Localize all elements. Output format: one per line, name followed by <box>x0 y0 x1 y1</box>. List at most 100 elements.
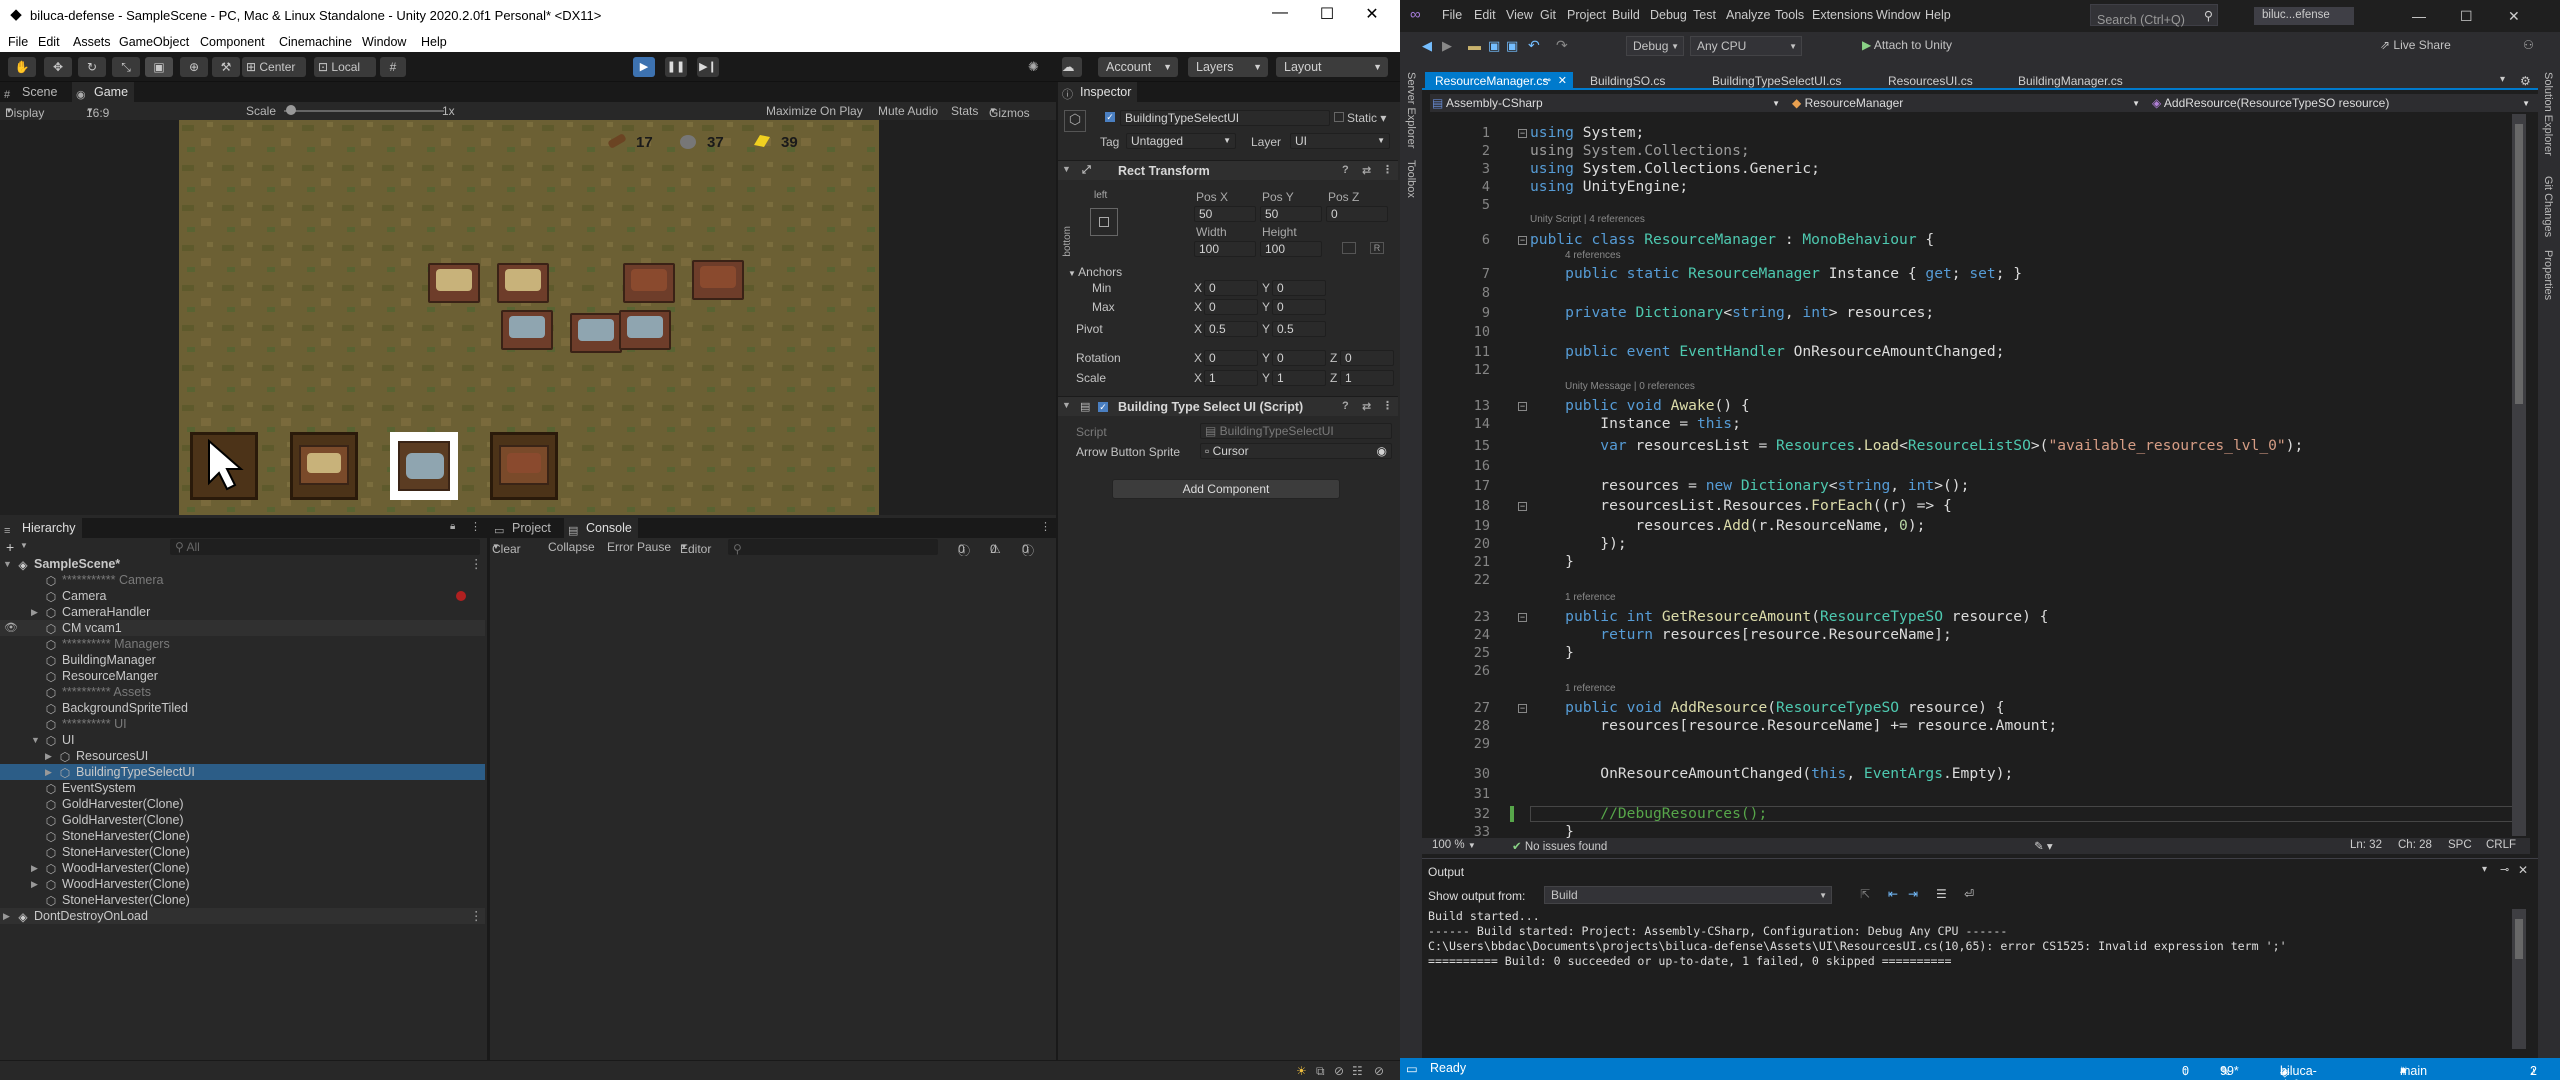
code-line[interactable]: } <box>1530 824 1574 838</box>
tag-dropdown[interactable]: Untagged ▼ <box>1126 133 1236 149</box>
code-line[interactable]: OnResourceAmountChanged(this, EventArgs.… <box>1530 766 2013 782</box>
pin-icon[interactable]: ⊸ <box>2500 863 2509 876</box>
help-icon[interactable]: ? <box>1342 400 1349 412</box>
hierarchy-item[interactable]: ▼ ⬡ UI <box>0 732 485 748</box>
class-dropdown[interactable]: ◆ ResourceManager ▼ <box>1792 96 2142 110</box>
layer-dropdown[interactable]: UI ▼ <box>1290 133 1390 149</box>
code-line[interactable]: Instance = this; <box>1530 416 1741 432</box>
vector-input[interactable]: 0 <box>1204 299 1258 315</box>
chevron-down-icon[interactable]: ▼ <box>3 556 12 572</box>
vector-input[interactable]: 1 <box>1272 370 1326 386</box>
hierarchy-item[interactable]: ⬡ Camera <box>0 588 485 604</box>
platform-dropdown[interactable]: Any CPU ▼ <box>1690 36 1802 56</box>
height-input[interactable]: 100 <box>1260 241 1322 257</box>
vector-input[interactable]: 0 <box>1272 350 1326 366</box>
close-icon[interactable]: ✕ <box>2518 863 2528 877</box>
menu-cinemachine[interactable]: Cinemachine <box>279 35 352 49</box>
cloud-icon[interactable]: ☁ <box>1062 57 1082 77</box>
chevron-down-icon[interactable]: ▾ <box>2482 864 2487 875</box>
goto-error-icon[interactable]: ⇱ <box>1860 887 1870 901</box>
chevron-down-icon[interactable]: ▼ <box>20 541 28 550</box>
menu-assets[interactable]: Assets <box>73 35 111 49</box>
hierarchy-item[interactable]: ⬡ ********** Assets <box>0 684 485 700</box>
grid-snap-icon[interactable]: # <box>380 57 406 77</box>
vs-menu-tools[interactable]: Tools <box>1775 8 1804 22</box>
git-changes-tab[interactable]: Git Changes <box>2542 176 2554 237</box>
fold-toggle-icon[interactable]: − <box>1518 236 1527 245</box>
posx-input[interactable]: 50 <box>1194 206 1256 222</box>
width-input[interactable]: 100 <box>1194 241 1256 257</box>
step-icon[interactable]: ▶❙ <box>697 57 719 77</box>
brush-icon[interactable]: ✎ ▾ <box>2034 839 2053 853</box>
transform-tool-icon[interactable]: ⊕ <box>180 57 208 77</box>
move-tool-icon[interactable]: ✥ <box>44 57 72 77</box>
fold-toggle-icon[interactable]: − <box>1518 613 1527 622</box>
fold-toggle-icon[interactable]: − <box>1518 402 1527 411</box>
project-dropdown[interactable]: ▤ Assembly-CSharp ▼ <box>1432 96 1782 110</box>
menu-file[interactable]: File <box>8 35 28 49</box>
more-icon[interactable]: ⋮ <box>470 556 483 572</box>
save-icon[interactable]: ▣ <box>1488 38 1500 54</box>
hierarchy-item[interactable]: ⬡ EventSystem <box>0 780 485 796</box>
tab-buildingmanager-cs[interactable]: BuildingManager.cs <box>2008 72 2168 90</box>
vs-menu-analyze[interactable]: Analyze <box>1726 8 1770 22</box>
console-search-input[interactable]: ⚲ <box>728 539 938 556</box>
tab-buildingtypeselectui-cs[interactable]: BuildingTypeSelectUI.cs <box>1702 72 1872 90</box>
editor-vscrollbar[interactable] <box>2512 114 2526 836</box>
hierarchy-item[interactable]: ⬡ CM vcam1 👁︎ <box>0 620 485 636</box>
more-icon[interactable]: ⋮ <box>1382 399 1393 412</box>
stone-harvester-building[interactable] <box>570 313 622 353</box>
rect-tool-icon[interactable]: ▣ <box>145 57 173 77</box>
vector-input[interactable]: 0 <box>1340 350 1394 366</box>
game-view[interactable]: 17 37 39 <box>179 120 879 515</box>
menu-edit[interactable]: Edit <box>38 35 60 49</box>
scale-slider[interactable] <box>284 110 444 112</box>
tab-resourcemanager-cs[interactable]: ResourceManager.cs ⊸ ✕ <box>1425 72 1573 90</box>
more-icon[interactable]: ⋮ <box>470 520 481 533</box>
component-enabled-checkbox[interactable]: ✓ <box>1098 402 1108 412</box>
minimize-icon[interactable]: — <box>2412 8 2426 24</box>
member-dropdown[interactable]: ◈ AddResource(ResourceTypeSO resource) ▼ <box>2152 96 2532 110</box>
close-tab-icon[interactable]: ✕ <box>1558 72 1567 90</box>
maximize-icon[interactable]: ☐ <box>2460 8 2473 25</box>
vs-menu-project[interactable]: Project <box>1567 8 1606 22</box>
hierarchy-item[interactable]: ⬡ BackgroundSpriteTiled <box>0 700 485 716</box>
output-text[interactable]: Build started... ------ Build started: Pr… <box>1422 909 2522 1049</box>
hierarchy-item[interactable]: ⬡ ********** UI <box>0 716 485 732</box>
cache-server-icon[interactable]: ⧉ <box>1316 1064 1325 1079</box>
toolbox-tab[interactable]: Toolbox <box>1405 160 1417 198</box>
maximize-icon[interactable]: ☐ <box>1307 4 1347 24</box>
code-line[interactable]: public static ResourceManager Instance {… <box>1530 266 2022 282</box>
close-icon[interactable]: ✕ <box>1352 4 1392 24</box>
gold-harvester-building[interactable] <box>428 263 480 303</box>
server-explorer-tab[interactable]: Server Explorer <box>1405 72 1417 148</box>
mute-audio-toggle[interactable]: Mute Audio <box>878 104 938 118</box>
config-dropdown[interactable]: Debug ▼ <box>1626 36 1684 56</box>
code-line[interactable]: using System.Collections.Generic; <box>1530 161 1820 177</box>
vector-input[interactable]: 0.5 <box>1272 321 1326 337</box>
chevron-right-icon[interactable]: ▶ <box>31 604 38 620</box>
hierarchy-item[interactable]: ⬡ StoneHarvester(Clone) <box>0 844 485 860</box>
word-wrap-icon[interactable]: ⏎ <box>1964 887 1974 901</box>
vs-menu-debug[interactable]: Debug <box>1650 8 1687 22</box>
codelens-info[interactable]: 1 reference <box>1565 683 1616 694</box>
code-line[interactable]: public void Awake() { <box>1530 398 1750 414</box>
preset-icon[interactable]: ⇄ <box>1362 400 1371 413</box>
vs-menu-build[interactable]: Build <box>1612 8 1640 22</box>
minimize-icon[interactable]: — <box>1260 4 1300 22</box>
code-line[interactable]: using System.Collections; <box>1530 143 1750 159</box>
vs-menu-view[interactable]: View <box>1506 8 1533 22</box>
redo-icon[interactable]: ↷ <box>1556 37 1568 54</box>
building-select-wood-button[interactable] <box>490 432 558 500</box>
hierarchy-item[interactable]: ⬡ ********** Managers <box>0 636 485 652</box>
posy-input[interactable]: 50 <box>1260 206 1322 222</box>
back-icon[interactable]: ◀ <box>1422 38 1432 54</box>
hierarchy-item[interactable]: ⬡ StoneHarvester(Clone) <box>0 892 485 908</box>
tab-project[interactable]: ▭ Project <box>490 518 557 538</box>
code-line[interactable]: public class ResourceManager : MonoBehav… <box>1530 232 1934 248</box>
output-scrollbar[interactable] <box>2512 909 2526 1049</box>
hierarchy-scene-row[interactable]: ▼ ◈ SampleScene* ⋮ <box>0 556 485 572</box>
more-icon[interactable]: ⋮ <box>1040 520 1051 533</box>
more-icon[interactable]: ⋮ <box>470 908 483 924</box>
settings-icon[interactable]: ⚙ <box>2520 74 2531 88</box>
